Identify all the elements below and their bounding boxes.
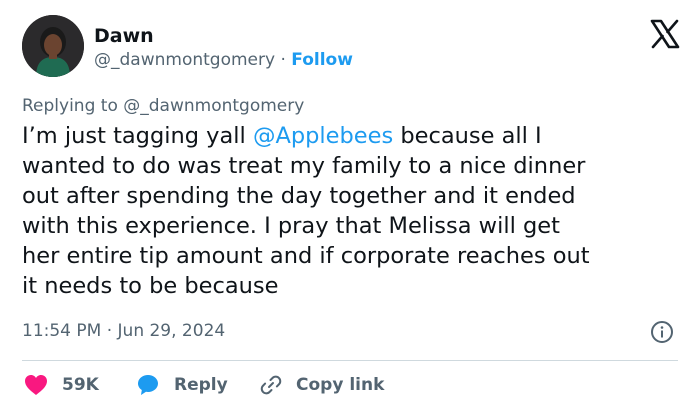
like-count: 59K (62, 375, 99, 395)
separator-dot: · (280, 50, 286, 70)
reply-button[interactable]: Reply (136, 372, 228, 398)
replying-to-prefix: Replying to (22, 96, 118, 116)
tweet-text-rest: because all I wanted to do was treat my … (22, 123, 590, 299)
author-name[interactable]: Dawn (94, 25, 154, 47)
follow-button[interactable]: Follow (291, 50, 353, 70)
x-logo-icon[interactable] (650, 19, 680, 49)
author-handle[interactable]: @_dawnmontgomery (94, 50, 275, 70)
mention-link[interactable]: @Applebees (253, 123, 393, 149)
avatar[interactable] (22, 15, 84, 77)
divider (22, 360, 678, 361)
reply-label: Reply (174, 375, 228, 395)
replying-to-handle[interactable]: @_dawnmontgomery (123, 96, 304, 116)
author-handle-row: @_dawnmontgomery · Follow (94, 50, 353, 70)
copy-link-label: Copy link (296, 375, 385, 395)
timestamp[interactable]: 11:54 PM · Jun 29, 2024 (22, 321, 225, 341)
link-icon (260, 375, 282, 395)
tweet-text: I’m just tagging yall @Applebees because… (22, 121, 690, 301)
tweet-header: Dawn @_dawnmontgomery · Follow (22, 15, 682, 79)
reply-bubble-icon (138, 375, 158, 395)
like-button[interactable]: 59K (24, 372, 99, 398)
info-icon[interactable] (650, 320, 674, 344)
replying-to: Replying to @_dawnmontgomery (22, 96, 304, 116)
copy-link-button[interactable]: Copy link (260, 372, 384, 398)
heart-icon (25, 375, 47, 395)
tweet-text-start: I’m just tagging yall (22, 123, 253, 149)
